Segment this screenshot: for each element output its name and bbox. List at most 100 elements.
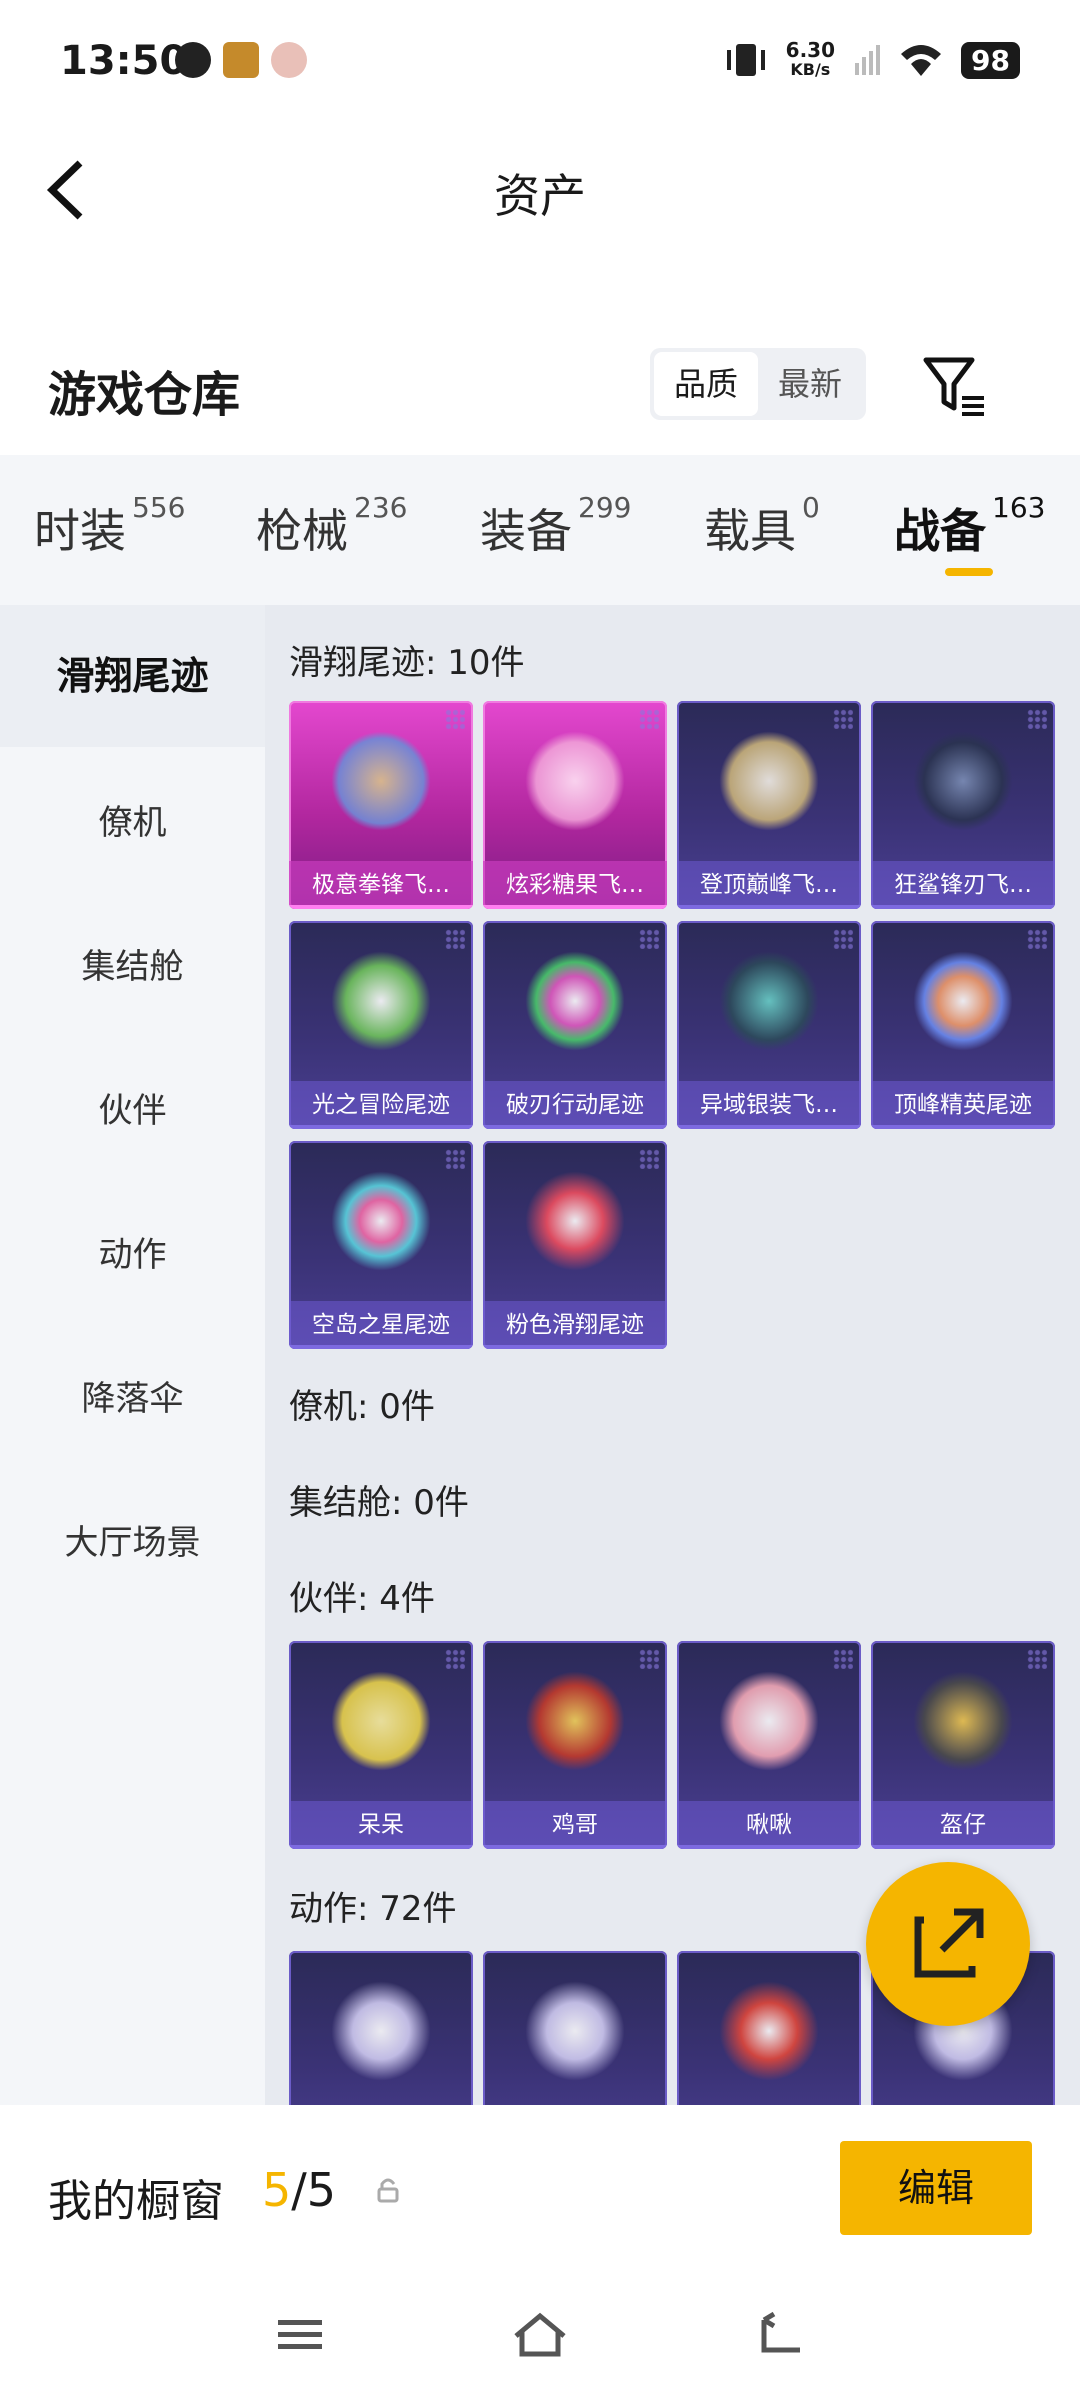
sort-quality-option[interactable]: 品质 bbox=[654, 352, 758, 416]
showcase-label: 我的橱窗 bbox=[48, 2176, 224, 2227]
corner-dots bbox=[639, 929, 659, 949]
category-tabs: 时装 556 枪械 236 装备 299 载具 0 战备 163 bbox=[0, 455, 1080, 605]
sidebar-item-wingman[interactable]: 僚机 bbox=[0, 795, 265, 844]
item-art bbox=[331, 1981, 431, 2081]
corner-dots bbox=[1027, 1649, 1047, 1669]
item-art bbox=[525, 731, 625, 831]
item-card[interactable]: 炫彩糖果飞… bbox=[483, 701, 667, 909]
item-name: 破刃行动尾迹 bbox=[483, 1081, 667, 1129]
menu-icon[interactable] bbox=[270, 2310, 330, 2360]
corner-dots bbox=[445, 929, 465, 949]
item-card[interactable]: 空岛之星尾迹 bbox=[289, 1141, 473, 1349]
item-art bbox=[331, 731, 431, 831]
showcase-bar: 我的橱窗 5/5 编辑 bbox=[0, 2105, 1080, 2400]
item-name: 炫彩糖果飞… bbox=[483, 861, 667, 909]
showcase-count: 5/5 bbox=[262, 2163, 337, 2217]
avatar-app-icon bbox=[271, 42, 307, 78]
item-card[interactable]: 狂鲨锋刃飞… bbox=[871, 701, 1055, 909]
item-art bbox=[331, 951, 431, 1051]
sidebar: 滑翔尾迹 僚机 集结舱 伙伴 动作 降落伞 大厅场景 bbox=[0, 605, 265, 2105]
corner-dots bbox=[445, 709, 465, 729]
filter-icon[interactable] bbox=[920, 352, 990, 422]
active-tab-indicator bbox=[945, 568, 993, 576]
item-art bbox=[525, 1171, 625, 1271]
item-card[interactable]: 异域银装飞… bbox=[677, 921, 861, 1129]
sidebar-item-glide-trail[interactable]: 滑翔尾迹 bbox=[0, 605, 265, 747]
sidebar-item-lobby-scene[interactable]: 大厅场景 bbox=[0, 1515, 265, 1564]
vibrate-icon bbox=[726, 44, 765, 76]
item-name: 狂鲨锋刃飞… bbox=[871, 861, 1055, 909]
back-gesture-icon[interactable] bbox=[750, 2310, 810, 2360]
item-card[interactable]: 极意拳锋飞… bbox=[289, 701, 473, 909]
lock-icon bbox=[377, 2178, 399, 2203]
item-name: 异域银装飞… bbox=[677, 1081, 861, 1129]
item-art bbox=[913, 951, 1013, 1051]
item-art bbox=[525, 951, 625, 1051]
item-card[interactable]: 光之冒险尾迹 bbox=[289, 921, 473, 1129]
item-art bbox=[719, 951, 819, 1051]
section-title-emote: 动作: 72件 bbox=[289, 1889, 457, 1929]
game-app-icon bbox=[223, 42, 259, 78]
item-card[interactable]: 登顶巅峰飞… bbox=[677, 701, 861, 909]
tab-battle-gear[interactable]: 战备 163 bbox=[894, 491, 1045, 561]
sidebar-item-partner[interactable]: 伙伴 bbox=[0, 1083, 265, 1132]
item-card[interactable]: 粉色滑翔尾迹 bbox=[483, 1141, 667, 1349]
item-art bbox=[331, 1171, 431, 1271]
item-name: 呆呆 bbox=[289, 1801, 473, 1849]
corner-dots bbox=[445, 1149, 465, 1169]
item-art bbox=[525, 1981, 625, 2081]
item-art bbox=[719, 731, 819, 831]
item-name: 盔仔 bbox=[871, 1801, 1055, 1849]
share-button[interactable] bbox=[866, 1862, 1030, 2026]
warehouse-title: 游戏仓库 bbox=[48, 367, 241, 423]
item-name: 极意拳锋飞… bbox=[289, 861, 473, 909]
corner-dots bbox=[1027, 929, 1047, 949]
tab-fashion[interactable]: 时装 556 bbox=[34, 491, 185, 561]
item-card[interactable]: 破刃行动尾迹 bbox=[483, 921, 667, 1129]
home-icon[interactable] bbox=[510, 2310, 570, 2360]
section-title-wingman: 僚机: 0件 bbox=[289, 1387, 435, 1427]
corner-dots bbox=[833, 929, 853, 949]
tab-guns[interactable]: 枪械 236 bbox=[256, 491, 407, 561]
corner-dots bbox=[1027, 709, 1047, 729]
edit-button[interactable]: 编辑 bbox=[840, 2141, 1032, 2235]
item-name: 啾啾 bbox=[677, 1801, 861, 1849]
sort-newest-option[interactable]: 最新 bbox=[758, 352, 862, 416]
section-title-glide: 滑翔尾迹: 10件 bbox=[289, 643, 525, 683]
corner-dots bbox=[639, 709, 659, 729]
corner-dots bbox=[639, 1149, 659, 1169]
item-art bbox=[331, 1671, 431, 1771]
sidebar-item-parachute[interactable]: 降落伞 bbox=[0, 1371, 265, 1420]
item-card[interactable]: 啾啾 bbox=[677, 1641, 861, 1849]
wifi-icon bbox=[901, 45, 942, 76]
sidebar-item-rally-pod[interactable]: 集结舱 bbox=[0, 939, 265, 988]
tab-vehicles[interactable]: 载具 0 bbox=[704, 491, 820, 561]
sidebar-item-emote[interactable]: 动作 bbox=[0, 1227, 265, 1276]
item-name: 鸡哥 bbox=[483, 1801, 667, 1849]
item-card[interactable]: 鸡哥 bbox=[483, 1641, 667, 1849]
item-card[interactable]: 盔仔 bbox=[871, 1641, 1055, 1849]
section-title-rally-pod: 集结舱: 0件 bbox=[289, 1483, 469, 1523]
tab-equipment[interactable]: 装备 299 bbox=[480, 491, 631, 561]
globe-icon bbox=[175, 42, 211, 78]
item-name: 空岛之星尾迹 bbox=[289, 1301, 473, 1349]
item-card[interactable] bbox=[289, 1951, 473, 2105]
page-title: 资产 bbox=[494, 169, 586, 223]
item-card[interactable]: 呆呆 bbox=[289, 1641, 473, 1849]
item-art bbox=[719, 1671, 819, 1771]
corner-dots bbox=[833, 1649, 853, 1669]
item-name: 登顶巅峰飞… bbox=[677, 861, 861, 909]
net-speed: 6.30 KB/s bbox=[785, 38, 836, 79]
item-name: 顶峰精英尾迹 bbox=[871, 1081, 1055, 1129]
item-card[interactable]: 顶峰精英尾迹 bbox=[871, 921, 1055, 1129]
section-title-partner: 伙伴: 4件 bbox=[289, 1579, 435, 1619]
item-name: 光之冒险尾迹 bbox=[289, 1081, 473, 1129]
item-art bbox=[913, 731, 1013, 831]
sort-toggle: 品质 最新 bbox=[650, 348, 866, 420]
status-time: 13:50 bbox=[60, 38, 188, 84]
item-art bbox=[913, 1671, 1013, 1771]
item-art bbox=[719, 1981, 819, 2081]
item-card[interactable] bbox=[677, 1951, 861, 2105]
item-card[interactable] bbox=[483, 1951, 667, 2105]
status-bar: 13:50 6.30 KB/s 98 bbox=[0, 0, 1080, 130]
